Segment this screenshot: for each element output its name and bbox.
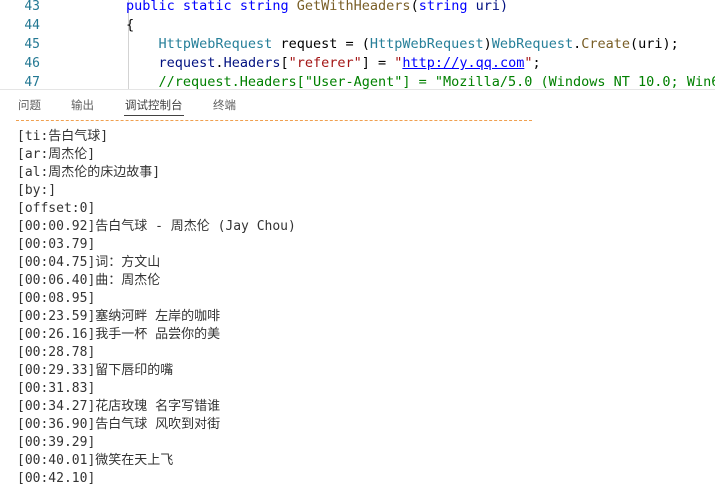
console-line: [00:28.78]	[17, 345, 96, 360]
console-line: [offset:0]	[17, 201, 96, 216]
code-token: .	[215, 55, 224, 71]
console-line: [00:34.27]花店玫瑰 名字写错谁	[17, 399, 221, 414]
line-number: 44	[24, 18, 40, 33]
code-text: //request.Headers["User-Agent"] = "Mozil…	[126, 73, 715, 89]
console-line: [00:26.16]我手一杯 品尝你的美	[17, 327, 221, 342]
code-token: .	[573, 36, 582, 52]
console-line: [00:31.83]	[17, 381, 96, 396]
panel-tabs: 问题 输出 调试控制台 终端	[0, 90, 715, 120]
code-token: WebRequest	[491, 36, 574, 52]
code-token: uri)	[467, 0, 509, 14]
code-token: string	[239, 0, 289, 14]
tab-debug-console[interactable]: 调试控制台	[124, 97, 184, 116]
code-token: (	[410, 0, 419, 14]
code-editor[interactable]: 43 public static string GetWithHeaders(st…	[0, 0, 715, 89]
code-token: http://y.qq.com	[402, 55, 525, 71]
code-token: HttpWebRequest	[158, 36, 273, 52]
console-line: [00:40.01]微笑在天上飞	[17, 453, 174, 468]
console-line: [00:39.29]	[17, 435, 96, 450]
tab-problems[interactable]: 问题	[17, 97, 42, 113]
line-number: 47	[24, 75, 40, 89]
console-line: [al:周杰伦的床边故事]	[17, 165, 161, 180]
code-token: "referer"	[288, 55, 362, 71]
code-token: Create	[581, 36, 630, 52]
code-token: (uri);	[630, 36, 679, 52]
code-token: //request.Headers["User-Agent"] = "Mozil…	[158, 74, 715, 89]
line-number: 46	[24, 56, 40, 71]
debug-console-output[interactable]: [ti:告白气球] [ar:周杰伦] [al:周杰伦的床边故事] [by:] [offs…	[17, 128, 707, 486]
line-number: 45	[24, 37, 40, 52]
code-token: string	[418, 0, 468, 14]
console-line: [by:]	[17, 183, 57, 198]
code-token: request	[158, 55, 216, 71]
bottom-panel: 问题 输出 调试控制台 终端 [ti:告白气球] [ar:周杰伦] [al:周杰伦的…	[0, 89, 715, 486]
tab-output[interactable]: 输出	[70, 97, 95, 113]
code-token: request = (	[272, 36, 370, 52]
console-line: [ar:周杰伦]	[17, 147, 96, 162]
console-line: [00:23.59]塞纳河畔 左岸的咖啡	[17, 309, 221, 324]
console-line: [00:36.90]告白气球 风吹到对街	[17, 417, 221, 432]
console-line: [00:29.33]留下唇印的嘴	[17, 363, 174, 378]
code-token: {	[126, 17, 135, 33]
console-line: [00:06.40]曲：周杰伦	[17, 273, 161, 288]
code-token: HttpWebRequest	[369, 36, 484, 52]
console-line: [00:42.10]	[17, 471, 96, 486]
console-line: [00:04.75]词：方文山	[17, 255, 161, 270]
progress-indicator	[16, 120, 532, 121]
code-token: ;	[532, 55, 541, 71]
console-line: [ti:告白气球]	[17, 129, 109, 144]
code-token: Headers	[223, 55, 281, 71]
line-number: 43	[24, 0, 40, 14]
code-token: [	[280, 55, 289, 71]
code-token: ] =	[361, 55, 395, 71]
code-token: GetWithHeaders	[296, 0, 411, 14]
console-line: [00:00.92]告白气球 - 周杰伦 (Jay Chou)	[17, 219, 296, 234]
code-text: request.Headers["referer"] = "http://y.q…	[126, 54, 541, 73]
code-token: )	[483, 36, 492, 52]
code-token: static	[182, 0, 232, 14]
console-line: [00:03.79]	[17, 237, 96, 252]
code-text: {	[126, 16, 134, 35]
tab-terminal[interactable]: 终端	[212, 97, 237, 113]
code-text: public static string GetWithHeaders(stri…	[126, 0, 508, 16]
code-text: HttpWebRequest request = (HttpWebRequest…	[126, 35, 679, 54]
code-token: public	[126, 0, 175, 14]
console-line: [00:08.95]	[17, 291, 96, 306]
